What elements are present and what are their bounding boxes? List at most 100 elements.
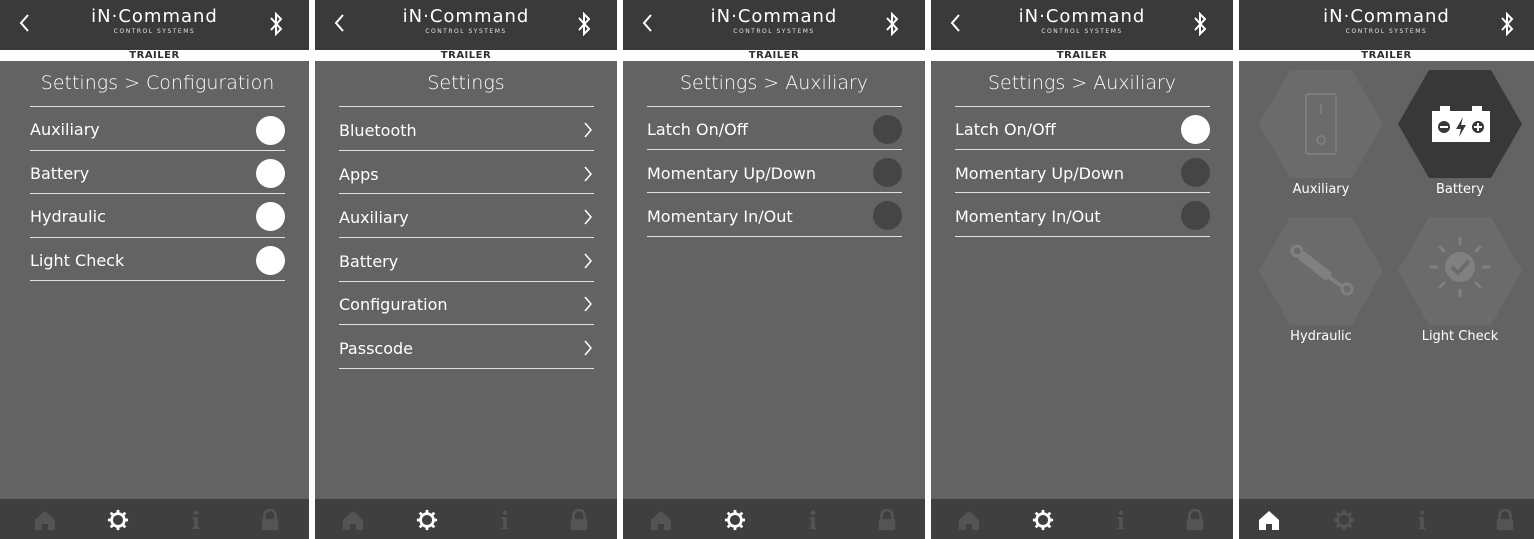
mode-label: TRAILER [1239,50,1534,61]
hydraulic-cylinder-icon [1290,244,1354,296]
divider [339,193,594,194]
latch-toggle[interactable] [1181,115,1210,144]
divider [647,236,902,237]
gear-icon[interactable] [723,509,747,531]
gear-icon[interactable] [1031,509,1055,531]
divider [955,236,1210,237]
bottom-nav [931,499,1233,539]
divider [30,193,285,194]
lock-icon[interactable] [1493,509,1517,531]
tile-light-check[interactable]: Light Check [1390,217,1530,357]
bluetooth-icon[interactable] [575,11,593,37]
divider [955,149,1210,150]
info-icon[interactable] [184,509,208,531]
momentary-in-out-toggle[interactable] [873,201,902,230]
info-icon[interactable] [493,509,517,531]
mode-label: TRAILER [931,50,1233,61]
divider [339,150,594,151]
menu-item-auxiliary[interactable]: Auxiliary [339,208,409,227]
page-title: Settings > Auxiliary [679,72,869,94]
home-icon[interactable] [341,509,365,531]
latch-toggle[interactable] [873,115,902,144]
phone-screen-home: iN·Command CONTROL SYSTEMS TRAILER Auxil… [1239,0,1534,539]
menu-item-passcode[interactable]: Passcode [339,339,413,358]
chevron-right-icon [584,296,592,312]
app-logo: iN·Command CONTROL SYSTEMS [1323,6,1450,35]
row-label-momentary-up-down: Momentary Up/Down [647,164,816,183]
menu-item-apps[interactable]: Apps [339,165,379,184]
switch-icon [1305,93,1337,155]
info-icon[interactable] [1109,509,1133,531]
gear-icon[interactable] [1332,509,1356,531]
momentary-in-out-toggle[interactable] [1181,201,1210,230]
chevron-right-icon [584,122,592,138]
tile-auxiliary[interactable]: Auxiliary [1251,70,1391,210]
phone-screen-auxiliary-off: iN·Command CONTROL SYSTEMS TRAILER Setti… [623,0,925,539]
light-check-toggle[interactable] [256,246,285,275]
app-logo: iN·Command CONTROL SYSTEMS [710,6,838,35]
bottom-nav [0,499,309,539]
app-header: iN·Command CONTROL SYSTEMS [931,0,1233,50]
app-logo: iN·Command CONTROL SYSTEMS [402,6,530,35]
page-title: Settings > Configuration [40,72,275,94]
app-logo: iN·Command CONTROL SYSTEMS [91,6,218,35]
divider [647,192,902,193]
bluetooth-icon[interactable] [267,11,285,37]
home-icon[interactable] [33,509,57,531]
app-header: iN·Command CONTROL SYSTEMS [623,0,925,50]
battery-toggle[interactable] [256,159,285,188]
divider [955,106,1210,107]
divider [647,106,902,107]
page-title: Settings > Auxiliary [987,72,1177,94]
gear-icon[interactable] [415,509,439,531]
bluetooth-icon[interactable] [1191,11,1209,37]
tile-battery[interactable]: Battery [1390,70,1530,210]
app-header: iN·Command CONTROL SYSTEMS [315,0,617,50]
bluetooth-icon[interactable] [883,11,901,37]
lock-icon[interactable] [1183,509,1207,531]
bottom-nav [315,499,617,539]
row-label-momentary-in-out: Momentary In/Out [955,207,1101,226]
chevron-right-icon [584,209,592,225]
row-label-momentary-up-down: Momentary Up/Down [955,164,1124,183]
row-label-momentary-in-out: Momentary In/Out [647,207,793,226]
mode-label: TRAILER [315,50,617,61]
tile-label: Auxiliary [1292,182,1350,197]
menu-item-bluetooth[interactable]: Bluetooth [339,121,417,140]
tile-label: Hydraulic [1290,329,1352,344]
lock-icon[interactable] [258,509,282,531]
page-title: Settings [427,72,505,94]
auxiliary-toggle[interactable] [256,116,285,145]
home-icon[interactable] [649,509,673,531]
home-icon[interactable] [1257,509,1281,531]
tile-label: Light Check [1421,329,1499,344]
divider [955,192,1210,193]
battery-icon [1432,106,1490,142]
gear-icon[interactable] [106,509,130,531]
bottom-nav [1239,499,1534,539]
app-header: iN·Command CONTROL SYSTEMS [1239,0,1534,50]
tile-hydraulic[interactable]: Hydraulic [1251,217,1391,357]
chevron-right-icon [584,253,592,269]
hydraulic-toggle[interactable] [256,202,285,231]
phone-screen-configuration: iN·Command CONTROL SYSTEMS TRAILER Setti… [0,0,309,539]
app-header: iN·Command CONTROL SYSTEMS [0,0,309,50]
divider [339,237,594,238]
momentary-up-down-toggle[interactable] [1181,158,1210,187]
divider [30,280,285,281]
divider [339,281,594,282]
menu-item-configuration[interactable]: Configuration [339,295,448,314]
home-icon[interactable] [957,509,981,531]
bluetooth-icon[interactable] [1498,11,1516,37]
chevron-right-icon [584,166,592,182]
row-label-battery: Battery [30,164,90,183]
info-icon[interactable] [801,509,825,531]
divider [339,106,594,107]
lock-icon[interactable] [567,509,591,531]
divider [30,237,285,238]
info-icon[interactable] [1410,509,1434,531]
momentary-up-down-toggle[interactable] [873,158,902,187]
menu-item-battery[interactable]: Battery [339,252,398,271]
row-label-latch: Latch On/Off [955,120,1056,139]
lock-icon[interactable] [875,509,899,531]
